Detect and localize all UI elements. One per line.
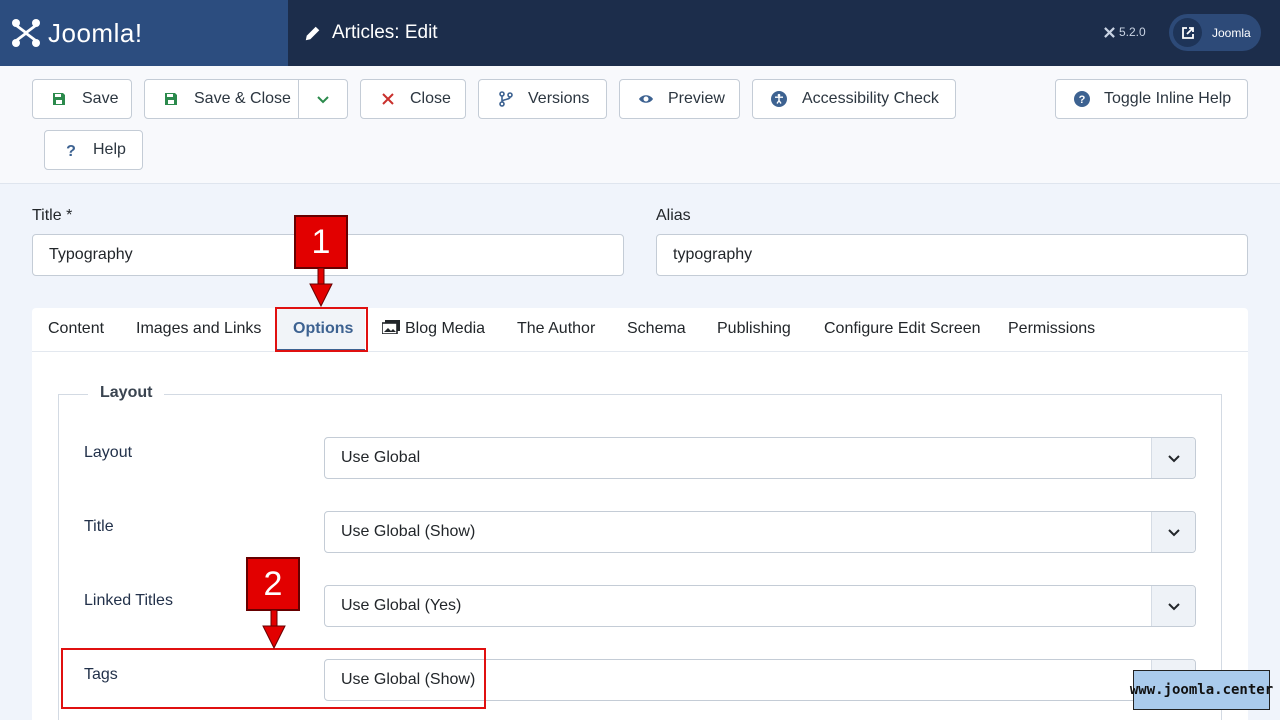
watermark: www.joomla.center — [1130, 670, 1273, 710]
pencil-icon — [305, 26, 320, 41]
view-site-button[interactable]: Joomla — [1169, 14, 1261, 51]
page-title: Articles: Edit — [332, 22, 438, 43]
save-label: Save — [82, 90, 119, 107]
tab-images-links[interactable]: Images and Links — [136, 320, 261, 338]
save-icon — [163, 91, 179, 107]
versions-label: Versions — [528, 90, 590, 107]
joomla-logo[interactable]: Joomla! — [0, 0, 288, 66]
joomla-logo-icon — [12, 19, 40, 47]
tags-field-highlight — [61, 648, 486, 709]
close-label: Close — [410, 90, 451, 107]
images-icon — [382, 320, 400, 334]
svg-text:?: ? — [66, 143, 76, 158]
chevron-down-icon — [1151, 586, 1195, 626]
layout-legend: Layout — [88, 384, 165, 402]
save-icon — [51, 91, 67, 107]
step-marker-1: 1 — [294, 215, 348, 269]
arrow-down-icon — [262, 610, 286, 650]
version-number: 5.2.0 — [1119, 25, 1146, 39]
alias-label: Alias — [656, 207, 691, 224]
tab-schema[interactable]: Schema — [627, 320, 686, 338]
layout-field-label: Layout — [84, 444, 133, 461]
logo-text: Joomla! — [48, 17, 143, 48]
step-marker-2: 2 — [246, 557, 300, 611]
save-close-button[interactable]: Save & Close — [194, 90, 291, 108]
tab-blog-media-label: Blog Media — [405, 320, 486, 337]
eye-icon — [638, 91, 654, 107]
title-select-value: Use Global (Show) — [341, 523, 476, 540]
title-select[interactable]: Use Global (Show) — [324, 511, 1196, 553]
tab-content[interactable]: Content — [48, 320, 104, 338]
svg-text:?: ? — [1079, 94, 1086, 106]
accessibility-check-button[interactable]: Accessibility Check — [752, 79, 956, 119]
linked-titles-select-value: Use Global (Yes) — [341, 597, 462, 614]
external-link-icon — [1173, 18, 1202, 47]
layout-select-value: Use Global — [341, 449, 421, 466]
branch-icon — [498, 91, 514, 107]
site-button-label: Joomla — [1212, 25, 1251, 40]
accessibility-label: Accessibility Check — [802, 90, 939, 107]
close-icon — [380, 91, 396, 107]
joomla-small-icon — [1104, 26, 1115, 38]
linked-titles-field-label: Linked Titles — [84, 592, 173, 609]
options-tab-highlight — [275, 307, 368, 352]
tab-the-author[interactable]: The Author — [517, 320, 595, 338]
tab-bar: Content Images and Links Options Blog Me… — [32, 308, 1248, 352]
tab-blog-media[interactable]: Blog Media — [382, 320, 485, 338]
title-label: Title * — [32, 207, 73, 224]
tab-configure-edit-screen[interactable]: Configure Edit Screen — [824, 320, 981, 338]
preview-label: Preview — [668, 90, 725, 107]
help-label: Help — [93, 141, 126, 158]
linked-titles-select[interactable]: Use Global (Yes) — [324, 585, 1196, 627]
arrow-down-icon — [309, 268, 333, 308]
close-button[interactable]: Close — [360, 79, 466, 119]
accessibility-icon — [771, 91, 787, 107]
top-header: Joomla! Articles: Edit 5.2.0 Joomla — [0, 0, 1280, 66]
preview-button[interactable]: Preview — [619, 79, 740, 119]
layout-select[interactable]: Use Global — [324, 437, 1196, 479]
alias-input[interactable]: typography — [656, 234, 1248, 276]
question-circle-icon: ? — [1074, 91, 1090, 107]
chevron-down-icon[interactable] — [315, 91, 331, 112]
tab-permissions[interactable]: Permissions — [1008, 320, 1095, 338]
tab-publishing[interactable]: Publishing — [717, 320, 791, 338]
toggle-help-label: Toggle Inline Help — [1104, 90, 1232, 107]
help-button[interactable]: ? Help — [44, 130, 143, 170]
chevron-down-icon — [1151, 438, 1195, 478]
title-field-label: Title — [84, 518, 114, 535]
versions-button[interactable]: Versions — [478, 79, 607, 119]
toggle-inline-help-button[interactable]: ? Toggle Inline Help — [1055, 79, 1248, 119]
toolbar: Save Save & Close Close Versions Preview — [0, 66, 1280, 184]
save-button[interactable]: Save — [32, 79, 132, 119]
save-close-split-button: Save & Close — [144, 79, 348, 119]
version-info: 5.2.0 — [1104, 25, 1146, 39]
chevron-down-icon — [1151, 512, 1195, 552]
question-icon: ? — [63, 142, 79, 158]
